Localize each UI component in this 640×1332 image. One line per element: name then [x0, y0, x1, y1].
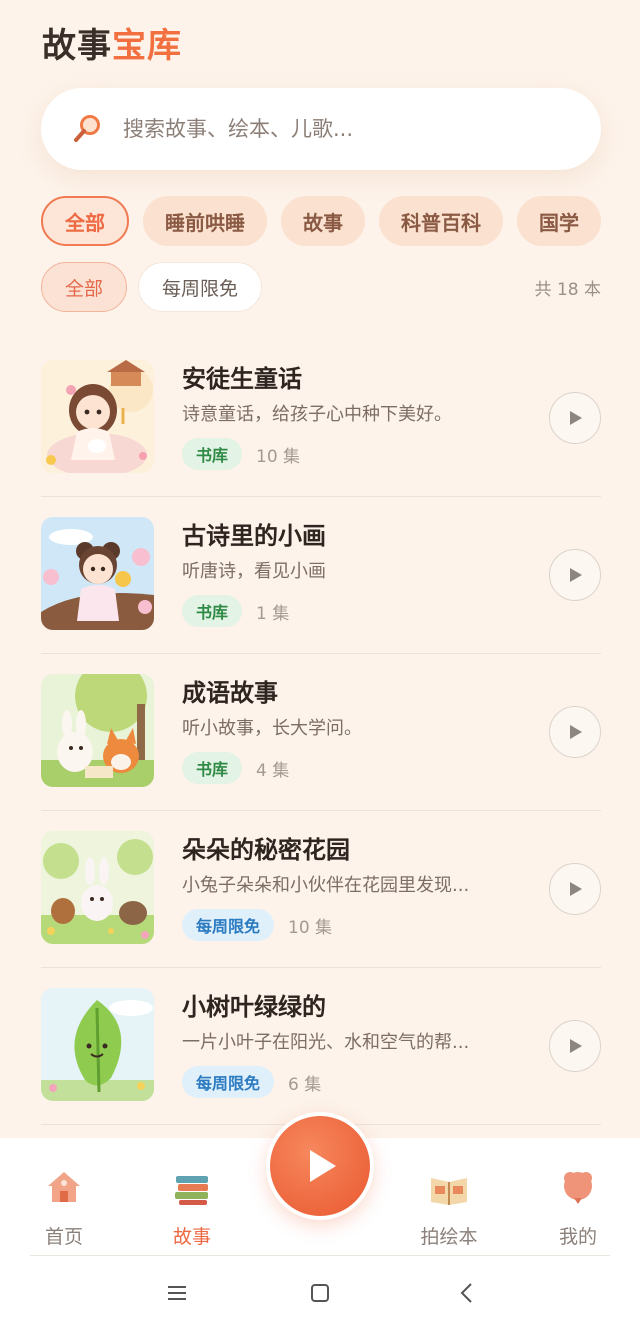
story-item[interactable]: 成语故事 听小故事，长大学问。 书库 4 集	[41, 654, 601, 811]
category-bedtime[interactable]: 睡前哄睡	[143, 196, 267, 246]
system-navigation-bar	[0, 1256, 640, 1332]
tab-mine-label: 我的	[558, 1226, 597, 1248]
play-icon	[310, 1150, 336, 1182]
play-icon	[570, 568, 582, 582]
tab-mine[interactable]: 我的	[528, 1166, 628, 1249]
profile-icon	[564, 1172, 592, 1204]
story-list: 安徒生童话 诗意童话，给孩子心中种下美好。 书库 10 集 古诗里的小画 听唐诗…	[41, 340, 601, 1125]
play-button[interactable]	[549, 1020, 601, 1072]
filter-weekly-free-chip[interactable]: 每周限免	[138, 262, 262, 312]
tab-picture-book[interactable]: 拍绘本	[399, 1166, 499, 1249]
story-cover	[41, 988, 154, 1101]
library-badge: 书库	[182, 752, 243, 784]
story-title: 古诗里的小画	[182, 522, 326, 550]
play-icon	[570, 1039, 582, 1053]
story-item[interactable]: 朵朵的秘密花园 小兔子朵朵和小伙伴在花园里发现... 每周限免 10 集	[41, 811, 601, 968]
sub-filter-row: 全部 每周限免 共 18 本	[41, 262, 601, 314]
tab-home[interactable]: 首页	[14, 1166, 114, 1249]
episode-count: 10 集	[256, 446, 301, 467]
story-cover	[41, 360, 154, 473]
play-button[interactable]	[549, 392, 601, 444]
episode-count: 6 集	[288, 1074, 322, 1095]
story-title: 成语故事	[182, 679, 278, 707]
story-title: 小树叶绿绿的	[182, 993, 326, 1021]
tab-stories-label: 故事	[172, 1226, 211, 1248]
play-icon	[570, 725, 582, 739]
story-description: 小兔子朵朵和小伙伴在花园里发现...	[182, 875, 470, 896]
weekly-free-badge: 每周限免	[182, 1066, 275, 1098]
story-description: 诗意童话，给孩子心中种下美好。	[182, 404, 452, 425]
story-cover	[41, 517, 154, 630]
episode-count: 1 集	[256, 603, 290, 624]
category-all[interactable]: 全部	[41, 196, 129, 246]
tab-home-label: 首页	[44, 1226, 83, 1248]
home-icon	[48, 1172, 80, 1202]
story-title: 朵朵的秘密花园	[182, 836, 350, 864]
page-title: 故事宝库	[42, 18, 182, 67]
story-cover	[41, 674, 154, 787]
play-icon	[570, 882, 582, 896]
tab-picture-book-label: 拍绘本	[420, 1226, 478, 1248]
story-cover	[41, 831, 154, 944]
weekly-free-badge: 每周限免	[182, 909, 275, 941]
story-item[interactable]: 安徒生童话 诗意童话，给孩子心中种下美好。 书库 10 集	[41, 340, 601, 497]
episode-count: 10 集	[288, 917, 333, 938]
story-description: 一片小叶子在阳光、水和空气的帮...	[182, 1032, 470, 1053]
book-count: 共 18 本	[534, 280, 601, 300]
story-item[interactable]: 古诗里的小画 听唐诗，看见小画 书库 1 集	[41, 497, 601, 654]
filter-all-chip[interactable]: 全部	[41, 262, 127, 312]
library-badge: 书库	[182, 438, 243, 470]
category-science[interactable]: 科普百科	[379, 196, 503, 246]
play-button[interactable]	[549, 706, 601, 758]
category-guoxue[interactable]: 国学	[517, 196, 601, 246]
back-icon[interactable]	[456, 1282, 478, 1304]
play-icon	[570, 411, 582, 425]
story-item[interactable]: 小树叶绿绿的 一片小叶子在阳光、水和空气的帮... 每周限免 6 集	[41, 968, 601, 1125]
tab-stories[interactable]: 故事	[142, 1166, 242, 1249]
episode-count: 4 集	[256, 760, 290, 781]
open-book-icon	[431, 1178, 467, 1205]
now-playing-button[interactable]	[266, 1112, 374, 1220]
search-icon	[74, 115, 100, 142]
play-button[interactable]	[549, 863, 601, 915]
story-title: 安徒生童话	[182, 365, 302, 393]
search-bar[interactable]	[41, 88, 601, 170]
play-button[interactable]	[549, 549, 601, 601]
story-description: 听小故事，长大学问。	[182, 718, 362, 739]
home-square-icon[interactable]	[309, 1282, 331, 1304]
story-description: 听唐诗，看见小画	[182, 561, 326, 582]
search-input[interactable]	[123, 117, 563, 141]
books-icon	[175, 1176, 208, 1205]
menu-icon[interactable]	[166, 1282, 188, 1304]
library-badge: 书库	[182, 595, 243, 627]
category-stories[interactable]: 故事	[281, 196, 365, 246]
category-tabs: 全部 睡前哄睡 故事 科普百科 国学	[41, 196, 640, 250]
title-main: 故事	[42, 26, 112, 66]
title-accent: 宝库	[112, 26, 182, 66]
